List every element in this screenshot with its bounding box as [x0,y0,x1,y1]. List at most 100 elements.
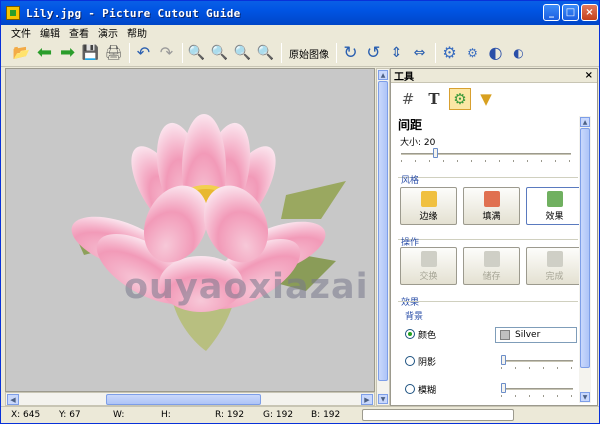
small-gear-icon[interactable]: ⚙ [462,43,483,64]
settings-gear-icon[interactable]: ⚙ [439,43,460,64]
app-window: Lily.jpg - Picture Cutout Guide _ □ × 文件… [0,0,600,424]
scroll-down-icon[interactable]: ▼ [378,394,388,404]
panel-scrollbar[interactable]: ▲ ▼ [579,116,591,403]
size-slider[interactable] [401,148,571,162]
status-x: X: 645 [11,410,41,420]
effect-icon [546,190,563,207]
effect-label: 效果 [545,211,564,222]
blur-slider-knob[interactable] [501,383,506,393]
vertical-scrollbar[interactable]: ▲ ▼ [376,68,390,406]
blur-radio-label: 模糊 [418,386,437,396]
done-checkmark-icon [546,250,563,267]
menu-bar: 文件 编辑 查看 演示 帮助 [1,25,599,40]
panel-scroll-down-icon[interactable]: ▼ [580,392,590,402]
watermark-text: ouyaoxiazai [124,267,369,307]
zoom-actual-icon[interactable]: 🔍 [255,43,276,64]
cutout-erase-icon[interactable]: ▼ [475,88,497,110]
panel-title: 工具 [394,72,414,83]
status-height: H: [161,410,171,420]
menu-view[interactable]: 查看 [69,25,89,40]
blur-radio[interactable] [405,384,415,394]
save-result-icon [483,250,500,267]
edge-icon [420,190,437,207]
maximize-button[interactable]: □ [562,4,579,21]
size-slider-knob[interactable] [433,148,438,158]
save-icon[interactable]: 💾 [80,43,101,64]
style-group-title: 风格 [401,176,420,186]
scroll-up-icon[interactable]: ▲ [378,70,388,80]
zoom-fit-icon[interactable]: 🔍 [232,43,253,64]
minimize-button[interactable]: _ [543,4,560,21]
fill-label: 填满 [482,211,501,222]
close-button[interactable]: × [581,4,598,21]
color-select-value: Silver [515,330,541,340]
menu-file[interactable]: 文件 [11,25,31,40]
save-result-label: 储存 [482,271,501,282]
color-swatch [500,330,510,340]
contrast-icon[interactable]: ◐ [485,43,506,64]
blur-slider[interactable] [501,383,573,397]
edge-label: 边缘 [419,211,438,222]
window-title: Lily.jpg - Picture Cutout Guide [26,6,241,20]
cutout-tool-icon[interactable]: ⚙ [449,88,471,110]
title-bar[interactable]: Lily.jpg - Picture Cutout Guide _ □ × [1,1,599,25]
shadow-slider-knob[interactable] [501,355,506,365]
scroll-left-icon[interactable]: ◀ [7,394,19,405]
status-red: R: 192 [215,410,245,420]
horizontal-scroll-thumb[interactable] [106,394,261,405]
rotate-cw-icon[interactable]: ↻ [340,43,361,64]
undo-icon[interactable]: ↶ [133,43,154,64]
panel-scroll-thumb[interactable] [580,128,590,368]
panel-close-icon[interactable]: × [585,70,593,81]
menu-edit[interactable]: 编辑 [40,25,60,40]
menu-help[interactable]: 帮助 [127,25,147,40]
color-select[interactable]: Silver [495,327,577,343]
shadow-radio[interactable] [405,356,415,366]
color-radio[interactable] [405,329,415,339]
edge-button[interactable]: 边缘 [400,187,457,225]
redo-icon[interactable]: ↷ [156,43,177,64]
open-folder-icon[interactable]: 📂 [11,43,32,64]
crop-grid-icon[interactable]: # [397,88,419,110]
rotate-ccw-icon[interactable]: ↺ [363,43,384,64]
shadow-slider[interactable] [501,355,573,369]
panel-tool-tabs: # T ⚙ ▼ [397,88,501,110]
scroll-right-icon[interactable]: ▶ [361,394,373,405]
menu-demo[interactable]: 演示 [98,25,118,40]
back-arrow-icon[interactable]: ⬅ [34,43,55,64]
horizontal-scrollbar[interactable]: ◀ ▶ [5,392,375,406]
original-image-button[interactable]: 原始图像 [289,46,329,61]
forward-arrow-icon[interactable]: ➡ [57,43,78,64]
status-width: W: [113,410,125,420]
zoom-out-icon[interactable]: 🔍 [209,43,230,64]
shadow-radio-label: 阴影 [418,358,437,368]
print-icon[interactable]: 🖨 [103,43,124,64]
save-result-button[interactable]: 储存 [463,247,520,285]
vertical-scroll-thumb[interactable] [378,81,388,381]
tools-panel: 工具 × # T ⚙ ▼ 间距 大小: 20 风格 边缘 填满 效果 操作 交换… [390,68,598,406]
panel-header: 工具 × [391,69,597,83]
text-tool-icon[interactable]: T [423,88,445,110]
spacing-title: 间距 [398,118,423,132]
done-button[interactable]: 完成 [526,247,583,285]
app-icon[interactable] [6,6,20,20]
flip-vertical-icon[interactable]: ⇕ [386,43,407,64]
status-bar: X: 645 Y: 67 W: H: R: 192 G: 192 B: 192 [1,406,599,423]
effect-button[interactable]: 效果 [526,187,583,225]
status-y: Y: 67 [59,410,81,420]
brightness-icon[interactable]: ◐ [508,43,529,64]
zoom-in-icon[interactable]: 🔍 [186,43,207,64]
swap-button[interactable]: 交换 [400,247,457,285]
fill-icon [483,190,500,207]
panel-scroll-up-icon[interactable]: ▲ [580,117,590,127]
size-label: 大小: 20 [400,138,436,148]
swap-label: 交换 [419,271,438,282]
fill-button[interactable]: 填满 [463,187,520,225]
flip-horizontal-icon[interactable]: ⇔ [409,43,430,64]
toolbar: 📂 ⬅ ➡ 💾 🖨 ↶ ↷ 🔍 🔍 🔍 🔍 原始图像 ↻ ↺ ⇕ ⇔ ⚙ ⚙ ◐… [1,40,599,67]
image-canvas[interactable]: ouyaoxiazai [5,68,375,392]
swap-icon [420,250,437,267]
progress-bar [362,409,514,421]
background-label: 背景 [405,312,424,322]
done-label: 完成 [545,271,564,282]
